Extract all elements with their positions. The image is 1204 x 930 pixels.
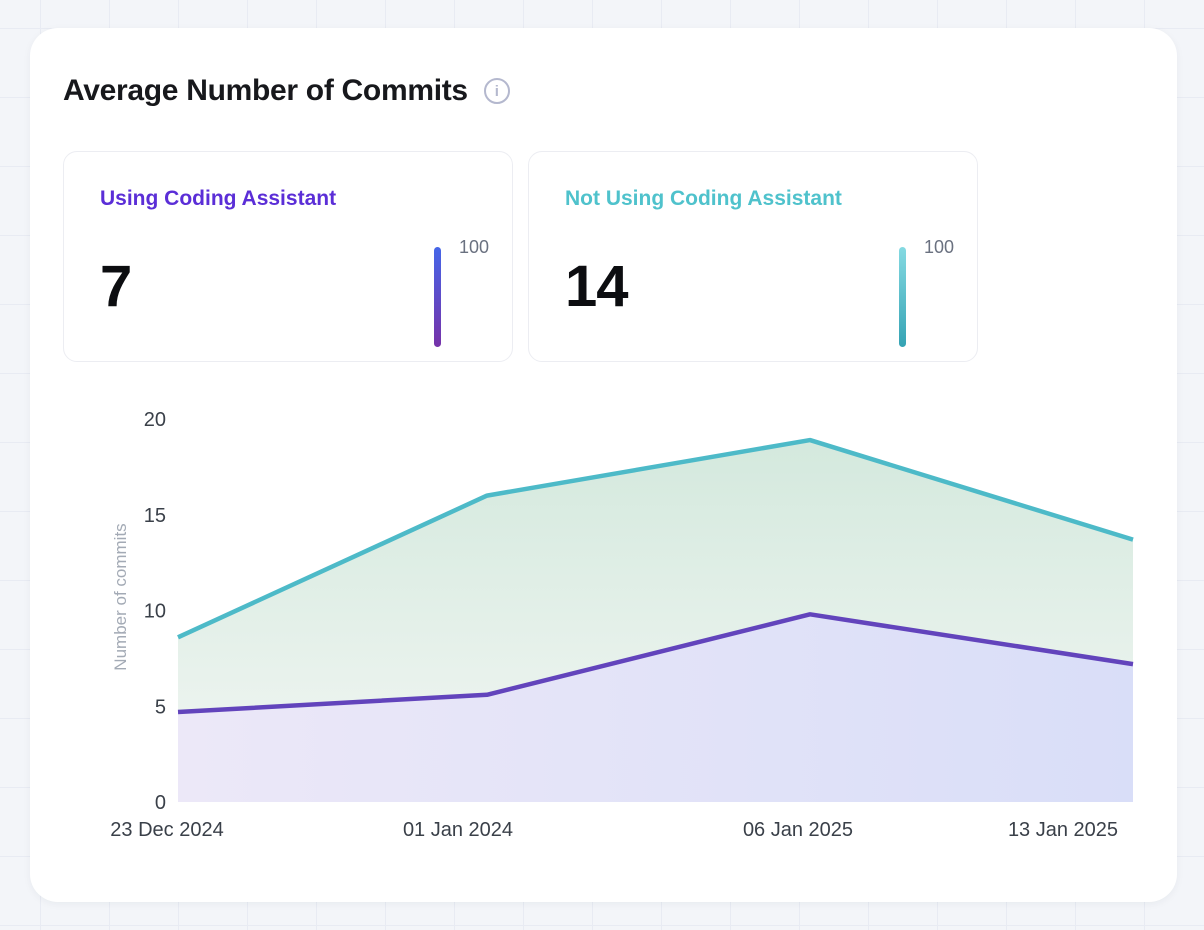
stat-scale-max-not-using-assistant: 100 <box>924 237 954 258</box>
stat-label-not-using-assistant: Not Using Coding Assistant <box>565 187 842 211</box>
gradient-bar-using-assistant <box>434 247 441 347</box>
commits-widget-card: Average Number of Commits i Using Coding… <box>30 28 1177 902</box>
info-icon[interactable]: i <box>484 78 510 104</box>
stat-value-using-assistant: 7 <box>100 258 131 316</box>
widget-title: Average Number of Commits <box>63 74 468 108</box>
stat-value-not-using-assistant: 14 <box>565 258 628 316</box>
stat-card-not-using-assistant: Not Using Coding Assistant 14 100 <box>528 151 978 362</box>
stat-scale-max-using-assistant: 100 <box>459 237 489 258</box>
stat-card-using-assistant: Using Coding Assistant 7 100 <box>63 151 513 362</box>
gradient-bar-not-using-assistant <box>899 247 906 347</box>
widget-header: Average Number of Commits i <box>63 74 510 108</box>
stat-cards-row: Using Coding Assistant 7 100 Not Using C… <box>63 151 978 362</box>
stat-label-using-assistant: Using Coding Assistant <box>100 187 336 211</box>
dashboard-background: Average Number of Commits i Using Coding… <box>0 0 1204 930</box>
